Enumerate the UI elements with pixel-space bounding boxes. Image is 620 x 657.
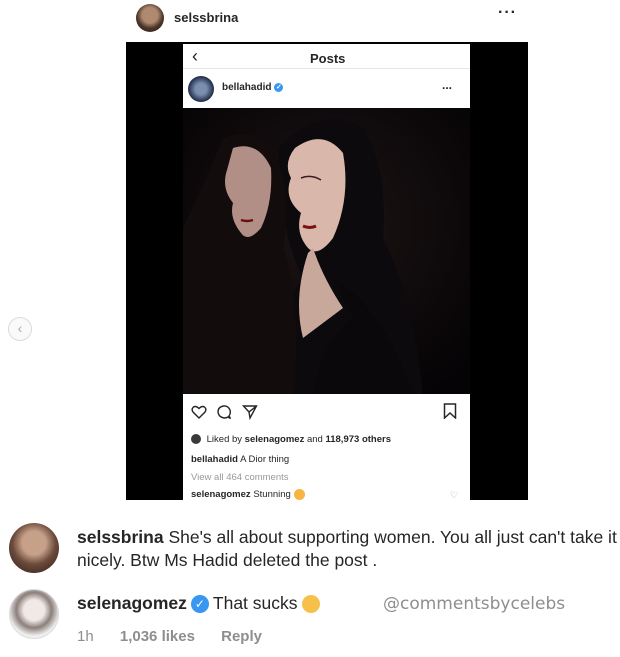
caption-user: bellahadid <box>191 454 238 465</box>
liked-by-suffix: and <box>306 434 323 445</box>
heart-eyes-emoji-icon <box>293 489 305 500</box>
back-chevron-icon: ‹ <box>192 46 198 66</box>
comment-time: 1h <box>77 628 94 645</box>
comment-meta: 1h 1,036 likes Reply <box>77 628 284 645</box>
embedded-avatar <box>188 76 214 102</box>
chevron-left-icon: ‹ <box>17 320 23 336</box>
embedded-action-row <box>191 403 263 421</box>
embedded-username-text: bellahadid <box>222 82 272 93</box>
caption-text: A Dior thing <box>240 454 290 465</box>
header-username[interactable]: selssbrina <box>174 10 238 25</box>
comment-username[interactable]: selenagomez <box>77 593 187 613</box>
embedded-username: bellahadid ✓ <box>222 82 284 93</box>
carousel-prev-button[interactable]: ‹ <box>8 317 32 341</box>
comment-text: That sucks <box>212 593 298 613</box>
crying-emoji-icon <box>301 595 320 614</box>
embedded-comment-text: Stunning <box>253 489 291 501</box>
small-heart-icon: ♡ <box>450 490 459 500</box>
header-avatar[interactable] <box>136 4 164 32</box>
comment-avatar[interactable] <box>9 589 59 639</box>
liked-by-others: 118,973 others <box>325 434 391 445</box>
more-dots-icon[interactable]: ··· <box>498 4 517 22</box>
comment-avatar[interactable] <box>9 523 59 573</box>
comment-username[interactable]: selssbrina <box>77 527 164 547</box>
share-icon <box>241 405 258 420</box>
reply-button[interactable]: Reply <box>221 628 262 645</box>
watermark: @commentsbycelebs <box>383 594 566 614</box>
embedded-more-dots: ... <box>442 78 453 92</box>
divider <box>183 68 470 69</box>
bookmark-icon <box>443 403 457 419</box>
comment-icon <box>217 405 232 419</box>
liked-by-user: selenagomez <box>244 434 305 445</box>
comment-item: selenagomez ✓ That sucks <box>77 593 320 614</box>
view-all-comments: View all 464 comments <box>191 472 289 483</box>
comment-likes[interactable]: 1,036 likes <box>120 628 195 645</box>
embedded-title: Posts <box>310 51 346 66</box>
liked-by-line: Liked by selenagomez and 118,973 others <box>191 434 391 445</box>
verified-badge-icon: ✓ <box>274 82 284 92</box>
embedded-comment-user: selenagomez <box>191 489 251 501</box>
liked-by-avatar <box>191 434 201 445</box>
embedded-comment: selenagomez Stunning <box>191 489 305 500</box>
embedded-caption: bellahadid A Dior thing <box>191 454 289 465</box>
comment-item: selssbrina She's all about supporting wo… <box>77 526 617 572</box>
embedded-photo <box>183 108 470 394</box>
liked-by-prefix: Liked by <box>206 434 243 445</box>
verified-badge-icon: ✓ <box>190 595 209 614</box>
heart-icon <box>191 405 207 419</box>
